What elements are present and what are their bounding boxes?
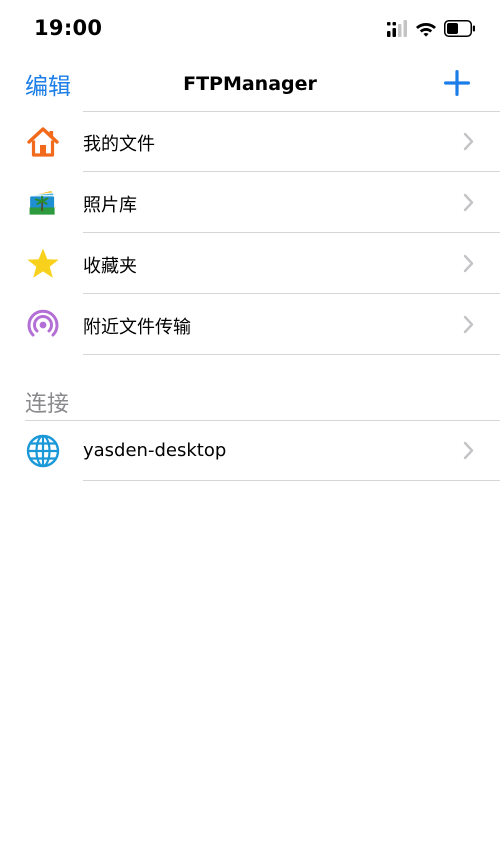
star-icon: [26, 247, 60, 281]
signal-icon: [387, 20, 407, 37]
home-icon: [26, 125, 60, 159]
list-item-my-files[interactable]: 我的文件: [0, 111, 500, 172]
navigation-bar: 编辑 FTPManager: [0, 60, 500, 112]
list-item-label: 我的文件: [83, 134, 155, 155]
list-item-connection[interactable]: yasden-desktop: [0, 421, 500, 481]
row-divider: [83, 354, 500, 355]
locations-list: 我的文件 照片库 收藏夹 附近文件传输: [0, 111, 500, 355]
list-item-favorites[interactable]: 收藏夹: [0, 233, 500, 294]
list-item-label: 收藏夹: [83, 256, 137, 277]
airdrop-icon: [26, 308, 60, 342]
row-divider: [83, 480, 500, 481]
list-item-nearby-transfer[interactable]: 附近文件传输: [0, 294, 500, 355]
page-title: FTPManager: [183, 73, 317, 95]
chevron-right-icon: [463, 132, 474, 151]
list-item-label: 附近文件传输: [83, 317, 191, 338]
app-screen: 19:00 编辑 FTPManager 我的文件 照片库 收藏夹 附近文件传输 …: [0, 0, 500, 866]
list-item-label: yasden-desktop: [83, 440, 227, 461]
status-time: 19:00: [34, 16, 103, 40]
chevron-right-icon: [463, 193, 474, 212]
chevron-right-icon: [463, 254, 474, 273]
section-header-connections: 连接: [25, 392, 70, 417]
photos-icon: [26, 186, 60, 220]
wifi-icon: [416, 23, 436, 37]
chevron-right-icon: [463, 441, 474, 460]
status-icons: [387, 20, 476, 37]
plus-icon: [444, 70, 470, 96]
connections-list: yasden-desktop: [0, 421, 500, 481]
add-button[interactable]: [442, 68, 472, 98]
list-item-photo-library[interactable]: 照片库: [0, 172, 500, 233]
status-bar: 19:00: [0, 0, 500, 60]
globe-icon: [26, 434, 60, 468]
list-item-label: 照片库: [83, 195, 137, 216]
battery-icon: [444, 20, 475, 37]
chevron-right-icon: [463, 315, 474, 334]
